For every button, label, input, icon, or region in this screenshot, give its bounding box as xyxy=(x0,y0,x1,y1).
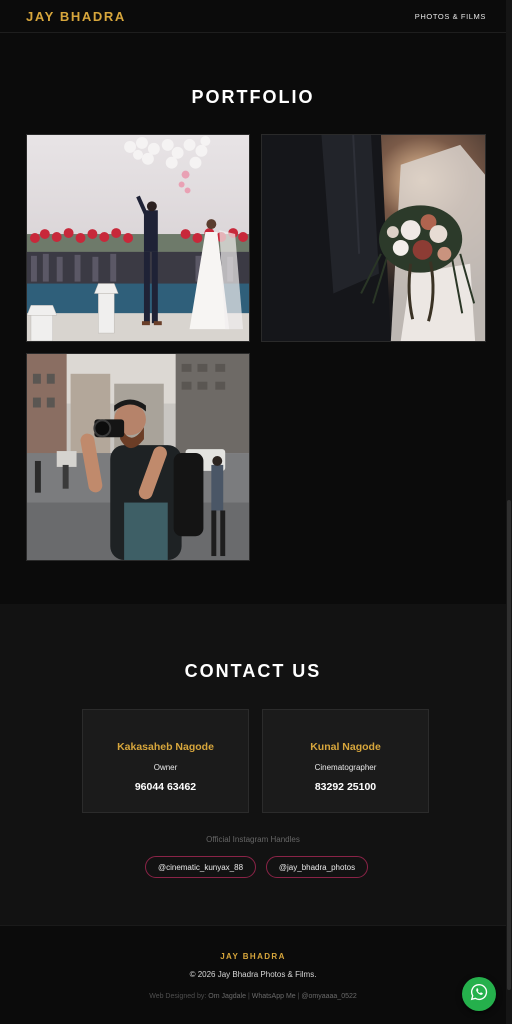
contact-phone[interactable]: 83292 25100 xyxy=(263,781,428,793)
footer-brand: JAY BHADRA xyxy=(220,952,286,961)
street-photographer-photo[interactable] xyxy=(26,353,250,561)
navbar: JAY BHADRA PHOTOS & FILMS xyxy=(0,0,506,33)
nav-link-photos-films[interactable]: PHOTOS & FILMS xyxy=(415,12,486,21)
brand-logo[interactable]: JAY BHADRA xyxy=(26,9,126,24)
credit-prefix: Web Designed by: xyxy=(149,993,207,1000)
whatsapp-me-link[interactable]: WhatsApp Me xyxy=(252,993,296,1000)
contact-section: CONTACT US Kakasaheb Nagode Owner 96044 … xyxy=(0,604,506,925)
whatsapp-button[interactable] xyxy=(462,977,496,1011)
contact-phone[interactable]: 96044 63462 xyxy=(83,781,248,793)
page-scrollbar[interactable] xyxy=(506,0,512,1024)
portfolio-title: PORTFOLIO xyxy=(191,87,315,107)
designer-handle-link[interactable]: @omyaaaa_0522 xyxy=(301,993,356,1000)
designer-link[interactable]: Om Jagdale xyxy=(208,993,246,1000)
footer: JAY BHADRA © 2026 Jay Bhadra Photos & Fi… xyxy=(0,925,506,1024)
scrollbar-thumb[interactable] xyxy=(507,500,511,990)
contact-card-owner: Kakasaheb Nagode Owner 96044 63462 xyxy=(82,709,249,813)
contact-title: CONTACT US xyxy=(184,661,322,681)
instagram-handle-link[interactable]: @jay_bhadra_photos xyxy=(266,856,368,878)
contact-name: Kakasaheb Nagode xyxy=(117,741,214,753)
wedding-couple-balloons-photo[interactable] xyxy=(26,134,250,342)
instagram-handle-link[interactable]: @cinematic_kunyax_88 xyxy=(145,856,256,878)
whatsapp-icon xyxy=(470,983,488,1006)
bride-bouquet-photo[interactable] xyxy=(261,134,486,342)
footer-credit: Web Designed by: Om Jagdale | WhatsApp M… xyxy=(0,993,506,1000)
contact-role: Cinematographer xyxy=(314,763,377,772)
footer-copyright: © 2026 Jay Bhadra Photos & Films. xyxy=(189,970,317,979)
contact-role: Owner xyxy=(153,763,178,772)
instagram-label: Official Instagram Handles xyxy=(206,835,300,844)
contact-name: Kunal Nagode xyxy=(310,741,381,753)
contact-card-cinematographer: Kunal Nagode Cinematographer 83292 25100 xyxy=(262,709,429,813)
portfolio-section: PORTFOLIO xyxy=(0,33,506,604)
